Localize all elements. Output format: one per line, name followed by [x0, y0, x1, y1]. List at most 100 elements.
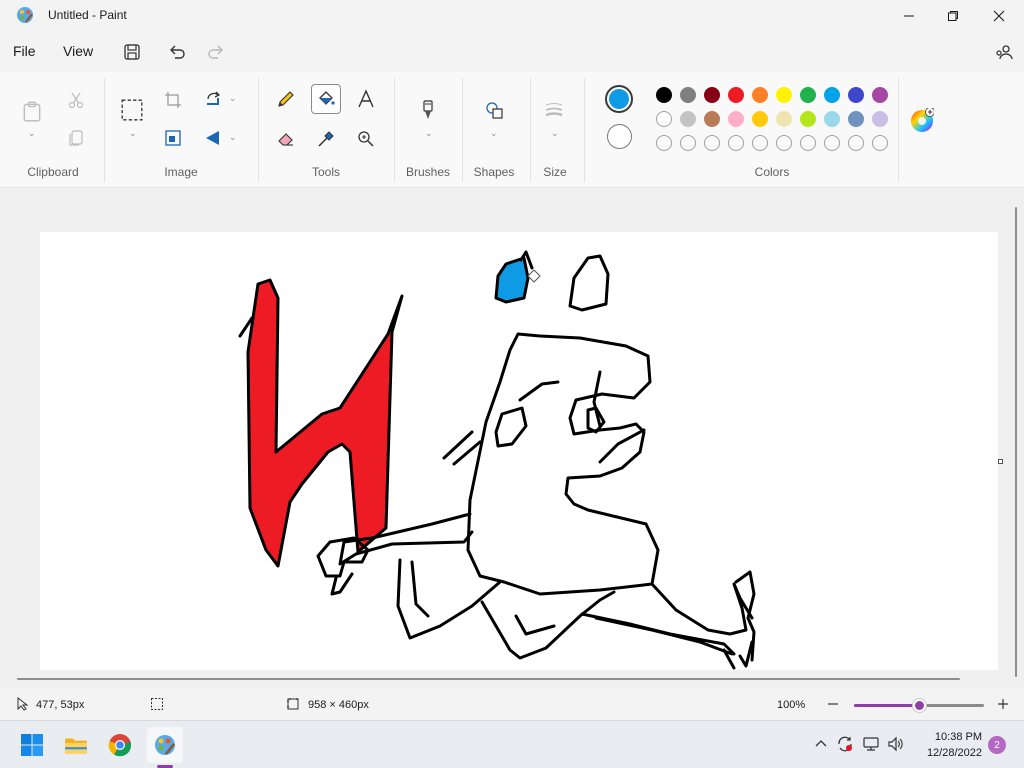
custom-color-slot[interactable] [800, 135, 816, 151]
notification-badge[interactable]: 2 [988, 736, 1006, 754]
secondary-color[interactable] [607, 124, 632, 149]
undo-icon[interactable] [167, 42, 187, 62]
group-label-colors: Colors [754, 165, 790, 179]
cut-button[interactable] [62, 86, 90, 114]
shapes-button[interactable] [480, 96, 508, 124]
color-swatch[interactable] [728, 87, 744, 103]
brushes-button[interactable] [414, 96, 442, 124]
volume-icon[interactable] [887, 735, 905, 753]
custom-color-slot[interactable] [848, 135, 864, 151]
sync-icon[interactable] [836, 735, 854, 753]
color-swatch[interactable] [752, 111, 768, 127]
resize-button[interactable] [159, 124, 187, 152]
zoom-slider-thumb[interactable] [912, 699, 926, 712]
zoom-slider[interactable] [854, 699, 984, 712]
canvas-resize-handle[interactable] [998, 459, 1003, 464]
color-swatch[interactable] [776, 111, 792, 127]
paste-button[interactable] [18, 96, 46, 126]
fill-tool[interactable] [311, 84, 341, 114]
size-chevron-icon[interactable]: ⌄ [551, 128, 559, 139]
flip-chevron-icon[interactable]: ⌄ [229, 132, 237, 143]
color-swatch[interactable] [656, 87, 672, 103]
eyedropper-icon [318, 131, 334, 147]
window-title: Untitled - Paint [48, 8, 127, 22]
cursor-position-icon [17, 697, 29, 711]
crop-button[interactable] [159, 86, 187, 114]
primary-color[interactable] [605, 85, 633, 113]
custom-color-slot[interactable] [656, 135, 672, 151]
shapes-chevron-icon[interactable]: ⌄ [490, 128, 498, 139]
cursor-position: 477, 53px [36, 699, 85, 711]
color-swatch[interactable] [824, 87, 840, 103]
color-swatch[interactable] [848, 87, 864, 103]
account-icon[interactable] [994, 42, 1014, 62]
horizontal-scrollbar[interactable] [17, 678, 960, 680]
select-button[interactable] [118, 96, 146, 124]
custom-color-slot[interactable] [776, 135, 792, 151]
save-icon[interactable] [122, 42, 142, 62]
start-button[interactable] [14, 727, 50, 763]
maximize-button[interactable] [930, 0, 976, 32]
custom-color-slot[interactable] [872, 135, 888, 151]
vertical-scrollbar[interactable] [1015, 207, 1017, 677]
menu-file[interactable]: File [13, 43, 36, 59]
color-swatch[interactable] [800, 111, 816, 127]
color-swatch[interactable] [704, 111, 720, 127]
color-swatch[interactable] [680, 111, 696, 127]
color-swatch[interactable] [848, 111, 864, 127]
color-swatch[interactable] [704, 87, 720, 103]
color-swatch[interactable] [872, 87, 888, 103]
ribbon-separator [462, 78, 463, 182]
minimize-button[interactable] [886, 0, 932, 32]
pencil-tool[interactable] [272, 85, 300, 113]
copy-button[interactable] [62, 124, 90, 152]
close-button[interactable] [976, 0, 1022, 32]
network-icon[interactable] [862, 735, 880, 753]
text-tool[interactable] [352, 85, 380, 113]
color-swatch[interactable] [776, 87, 792, 103]
fill-cursor-icon [527, 269, 541, 283]
zoom-in-icon[interactable] [996, 697, 1010, 711]
color-swatch[interactable] [800, 87, 816, 103]
resize-icon [165, 130, 181, 146]
body-outline [466, 332, 660, 596]
menu-view[interactable]: View [63, 43, 93, 59]
rotate-button[interactable] [199, 86, 227, 114]
rotate-chevron-icon[interactable]: ⌄ [229, 93, 237, 104]
taskbar-clock[interactable]: 10:38 PM 12/28/2022 [912, 729, 982, 761]
select-chevron-icon[interactable]: ⌄ [129, 128, 137, 139]
file-explorer-icon [65, 738, 87, 754]
color-swatch[interactable] [656, 111, 672, 127]
size-button[interactable] [540, 96, 568, 124]
custom-color-slot[interactable] [752, 135, 768, 151]
drawing-canvas[interactable] [40, 232, 998, 670]
eraser-icon [278, 133, 293, 146]
leg-back-inner [514, 614, 556, 636]
custom-color-slot[interactable] [680, 135, 696, 151]
taskbar-file-explorer[interactable] [58, 727, 94, 763]
group-label-image: Image [164, 165, 198, 179]
taskbar-chrome[interactable] [102, 727, 138, 763]
custom-color-slot[interactable] [824, 135, 840, 151]
magnifier-tool[interactable] [352, 125, 380, 153]
custom-color-slot[interactable] [728, 135, 744, 151]
magnifier-icon [358, 131, 374, 147]
color-swatch[interactable] [872, 111, 888, 127]
group-label-size: Size [543, 165, 567, 179]
flip-button[interactable] [199, 124, 227, 152]
color-picker-tool[interactable] [312, 125, 340, 153]
edit-colors-button[interactable] [910, 107, 935, 132]
color-swatch[interactable] [752, 87, 768, 103]
color-swatch[interactable] [824, 111, 840, 127]
taskbar-paint[interactable] [147, 727, 183, 763]
eraser-tool[interactable] [272, 125, 300, 153]
zoom-out-icon[interactable] [826, 697, 840, 711]
brushes-chevron-icon[interactable]: ⌄ [425, 128, 433, 139]
color-swatch[interactable] [680, 87, 696, 103]
redo-icon[interactable] [206, 42, 226, 62]
custom-color-slot[interactable] [704, 135, 720, 151]
color-swatch[interactable] [728, 111, 744, 127]
canvas-size-icon [287, 698, 299, 710]
chevron-up-icon[interactable] [812, 735, 830, 753]
paste-chevron-icon[interactable]: ⌄ [28, 128, 36, 139]
